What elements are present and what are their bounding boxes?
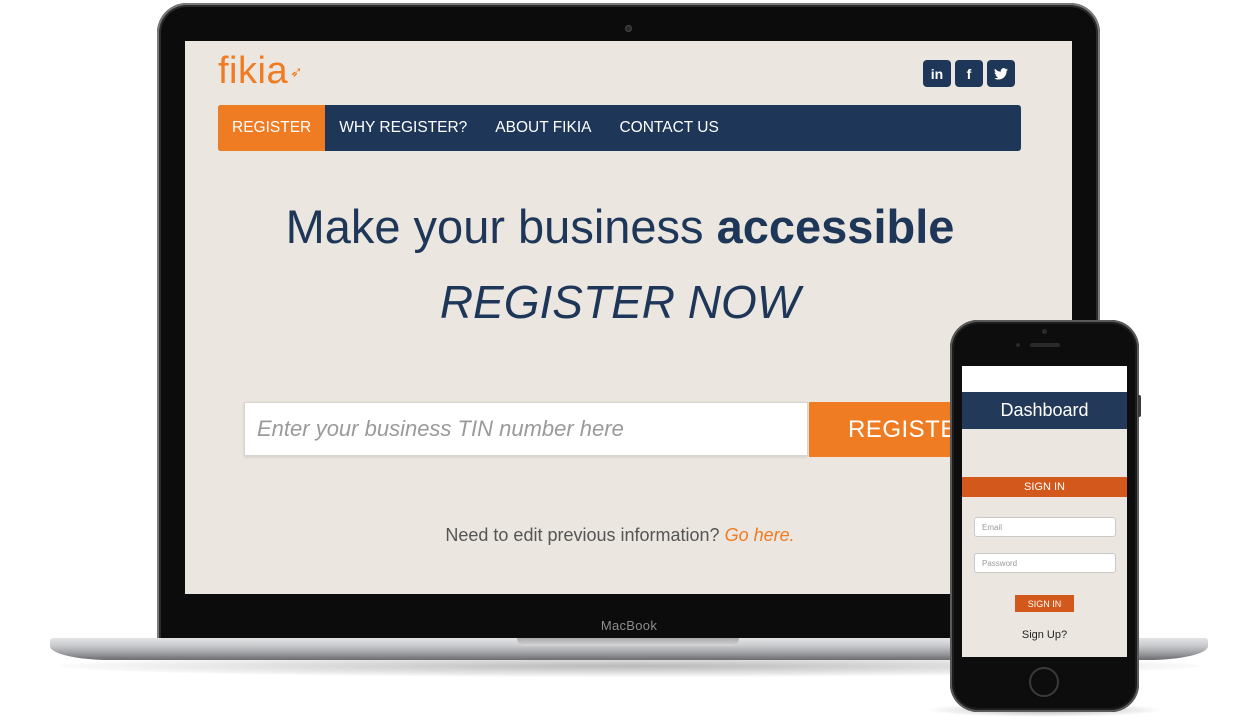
hero-headline: Make your business accessible	[185, 199, 1055, 254]
phone-side-button	[1138, 395, 1141, 417]
signup-link[interactable]: Sign Up?	[962, 629, 1127, 641]
phone-screen: Dashboard SIGN IN Email Password SIGN IN…	[962, 366, 1127, 657]
logo-text: fikia	[218, 50, 289, 92]
facebook-icon[interactable]: f	[955, 60, 983, 87]
password-field[interactable]: Password	[974, 553, 1116, 573]
nav-contact[interactable]: CONTACT US	[605, 105, 732, 151]
rocket-icon: ➶	[290, 64, 304, 81]
phone-speaker	[1030, 343, 1060, 347]
tin-input[interactable]: Enter your business TIN number here	[244, 402, 808, 456]
main-nav: REGISTER WHY REGISTER? ABOUT FIKIA CONTA…	[218, 105, 1021, 151]
edit-link[interactable]: Go here.	[725, 525, 795, 545]
hero-subhead: REGISTER NOW	[439, 276, 801, 328]
edit-info-line: Need to edit previous information? Go he…	[185, 525, 1055, 546]
nav-register[interactable]: REGISTER	[218, 105, 326, 151]
headline-bold: accessible	[716, 200, 955, 253]
phone-signin-bar: SIGN IN	[962, 477, 1127, 497]
edit-text: Need to edit previous information?	[445, 525, 725, 545]
laptop-screen: fikia ➶ in f REGISTER WHY REGISTER? ABOU…	[185, 41, 1072, 594]
phone-dashboard-header: Dashboard	[962, 392, 1127, 429]
phone-sensor	[1016, 343, 1020, 347]
phone-camera	[1042, 329, 1047, 334]
linkedin-icon[interactable]: in	[923, 60, 951, 87]
logo[interactable]: fikia ➶	[218, 49, 303, 93]
twitter-bird-icon	[994, 67, 1008, 80]
phone-status-area	[962, 366, 1127, 392]
headline-light: Make your business	[285, 200, 717, 253]
laptop-camera	[625, 25, 632, 32]
laptop-notch	[517, 638, 739, 646]
social-links: in f	[923, 60, 1015, 87]
email-field[interactable]: Email	[974, 517, 1116, 537]
twitter-icon[interactable]	[987, 60, 1015, 87]
nav-about[interactable]: ABOUT FIKIA	[481, 105, 605, 151]
signin-button[interactable]: SIGN IN	[1015, 595, 1074, 612]
nav-why-register[interactable]: WHY REGISTER?	[325, 105, 481, 151]
phone-home-button[interactable]	[1029, 667, 1059, 697]
